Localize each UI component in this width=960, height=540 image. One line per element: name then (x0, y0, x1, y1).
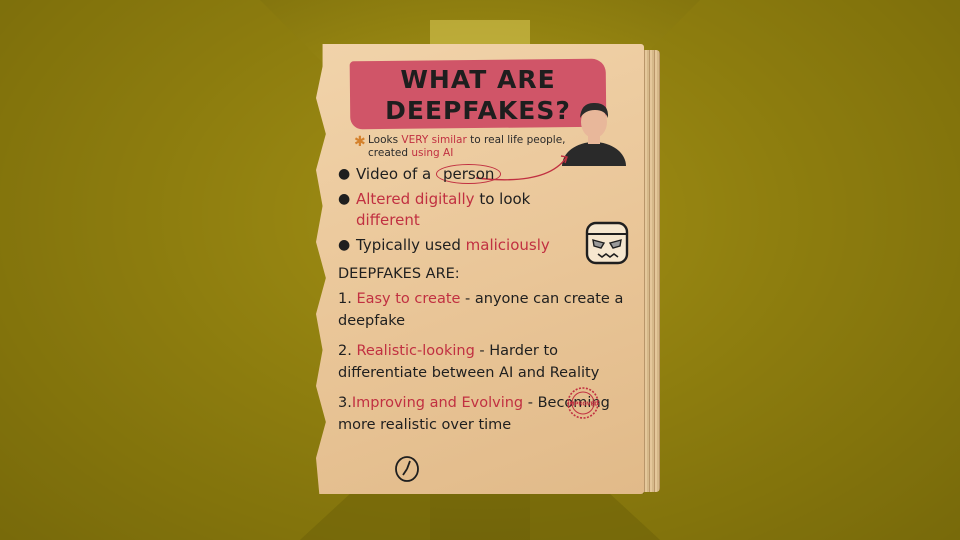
notebook-page: WHAT ARE DEEPFAKES? ✱ Looks VERY similar… (316, 44, 644, 494)
bullet-dot: ● (338, 191, 351, 207)
bullet-item: ● Altered digitally to look different (338, 190, 531, 229)
deepfakes-notebook: WHAT ARE DEEPFAKES? ✱ Looks VERY similar… (316, 44, 660, 494)
star-icon: ✱ (354, 134, 366, 150)
title-line-1: WHAT ARE (400, 65, 556, 94)
mask-face-icon (585, 221, 629, 265)
bullet-dot: ● (338, 237, 351, 253)
definition-bullets: ● Video of a person ● Altered digitally … (338, 164, 598, 260)
clock-icon (395, 456, 419, 482)
page-stack-edge (642, 50, 660, 492)
person-word: person (435, 164, 502, 184)
bullet-dot: ● (338, 166, 351, 182)
bullet-item: ● Typically used maliciously (338, 236, 550, 254)
stamp-label: IMPROVED (567, 402, 599, 408)
list-item: 1. Easy to create - anyone can create a … (338, 291, 624, 329)
characteristics-list: 1. Easy to create - anyone can create a … (338, 288, 628, 444)
improved-stamp-icon: IMPROVED (567, 387, 599, 419)
bullet-item: ● Video of a person (338, 164, 598, 185)
section-heading: DEEPFAKES ARE: (338, 266, 460, 282)
list-item: 2. Realistic-looking - Harder to differe… (338, 343, 600, 381)
